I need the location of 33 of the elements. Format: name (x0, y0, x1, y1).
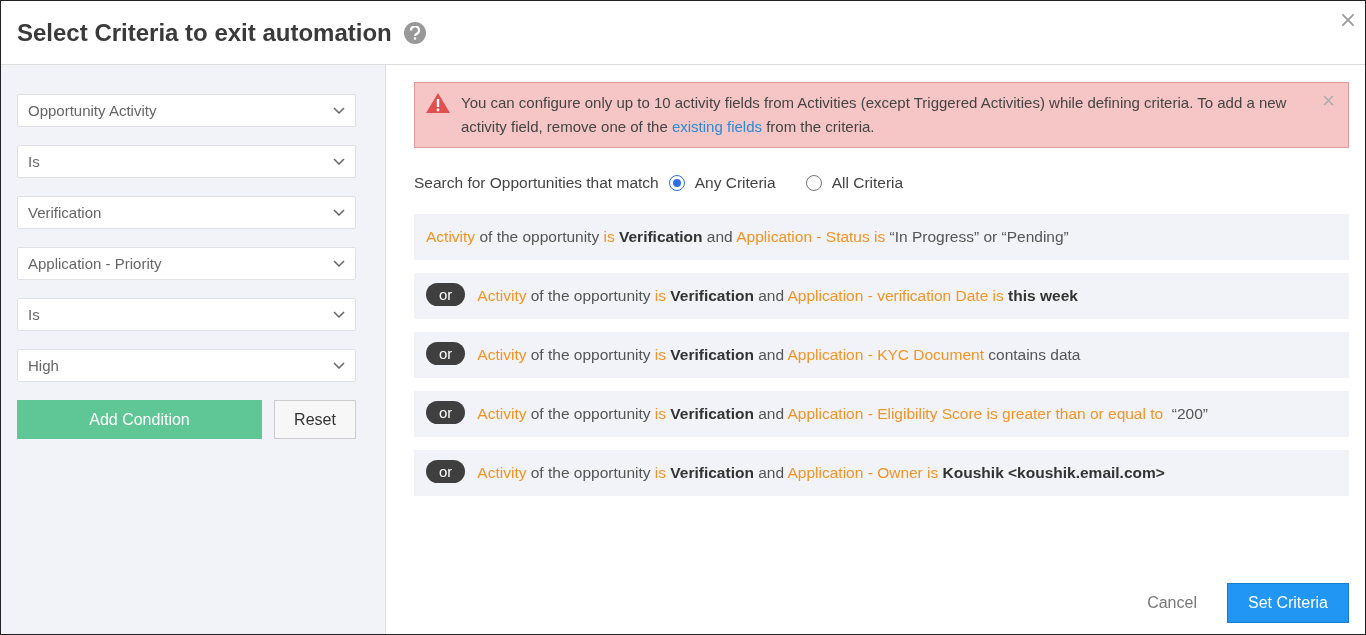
close-icon[interactable] (1341, 13, 1355, 27)
dropdown[interactable]: Is (17, 145, 356, 178)
criteria-text: Activity of the opportunity is Verification and Application - KYC Document contains data (477, 345, 1081, 365)
dropdown[interactable]: Verification (17, 196, 356, 229)
set-criteria-button[interactable]: Set Criteria (1226, 583, 1349, 623)
criteria-text: Activity of the opportunity is Verification and Application - Status is “In Progress” or “Pending” (426, 227, 1069, 247)
chevron-down-icon (333, 107, 345, 114)
chevron-down-icon (333, 260, 345, 267)
close-icon[interactable] (1323, 95, 1334, 106)
or-connector: or (426, 460, 466, 483)
chevron-down-icon (333, 158, 345, 165)
cancel-button[interactable]: Cancel (1141, 593, 1203, 613)
dropdown[interactable]: High (17, 349, 356, 382)
dropdown[interactable]: Application - Priority (17, 247, 356, 280)
criteria-text: Activity of the opportunity is Verification and Application - verification Date is this week (477, 286, 1078, 306)
criteria-text: Activity of the opportunity is Verification and Application - Eligibility Score is greater than or equal to “200” (477, 404, 1208, 424)
chevron-down-icon (333, 311, 345, 318)
chevron-down-icon (333, 209, 345, 216)
dialog-title: Select Criteria to exit automation (17, 18, 392, 47)
radio-option[interactable]: Any Criteria (668, 174, 776, 192)
alert-message: You can configure only up to 10 activity fields from Activities (except Triggered Activities) while defining criteria. To add a new activity field, remove one of the existing fields from the criteria. (461, 93, 1288, 137)
dropdown[interactable]: Opportunity Activity (17, 94, 356, 127)
or-connector: or (426, 342, 466, 365)
match-label: Search for Opportunities that match (414, 174, 659, 192)
dropdown[interactable]: Is (17, 298, 356, 331)
warning-icon (425, 92, 451, 114)
chevron-down-icon (333, 362, 345, 369)
radio-option[interactable]: All Criteria (805, 174, 904, 192)
help-icon[interactable] (403, 21, 426, 44)
criteria-text: Activity of the opportunity is Verification and Application - Owner is Koushik <koushik.email.com> (477, 463, 1165, 483)
or-connector: or (426, 283, 466, 306)
reset-button[interactable]: Reset (274, 400, 356, 439)
or-connector: or (426, 401, 466, 424)
